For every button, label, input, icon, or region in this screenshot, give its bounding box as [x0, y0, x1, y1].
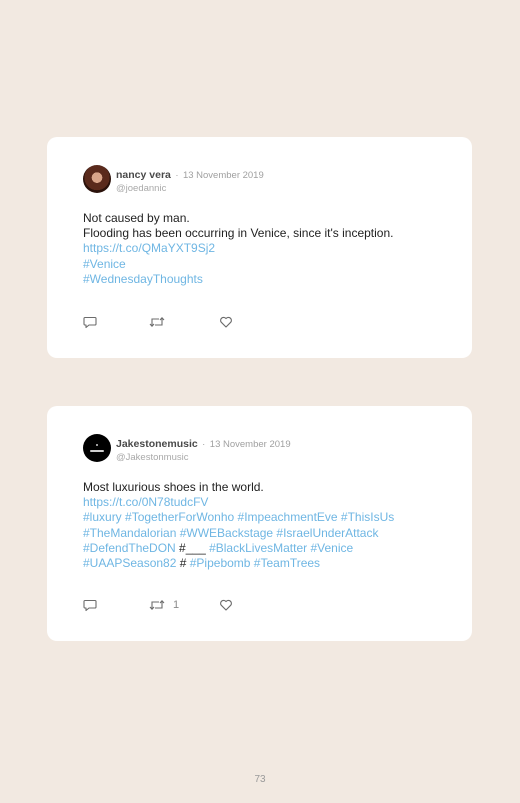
tweet-link[interactable]: #WednesdayThoughts: [83, 272, 203, 286]
tweet-line: Not caused by man.: [83, 211, 453, 226]
separator-dot: ·: [175, 170, 179, 181]
retweet-count: 1: [173, 599, 180, 611]
like-button[interactable]: [219, 597, 233, 613]
separator-dot: ·: [202, 439, 206, 450]
tweet-link[interactable]: #Pipebomb #TeamTrees: [186, 556, 320, 570]
reply-button[interactable]: [83, 597, 97, 613]
author-handle[interactable]: @Jakestonmusic: [116, 451, 291, 464]
like-icon: [220, 599, 232, 611]
tweet-link[interactable]: #DefendTheDON: [83, 541, 179, 555]
page-number: 73: [254, 774, 266, 785]
tweet-line: https://t.co/0N78tudcFV: [83, 495, 453, 510]
retweet-button[interactable]: [149, 314, 173, 330]
author-name[interactable]: Jakestonemusic: [116, 438, 198, 450]
reply-icon: [83, 599, 97, 612]
retweet-icon: [149, 316, 165, 328]
tweet-line: #TheMandalorian #WWEBackstage #IsraelUnd…: [83, 526, 453, 541]
tweet-link[interactable]: #luxury #TogetherForWonho #ImpeachmentEv…: [83, 510, 394, 524]
tweet-header: nancy vera · 13 November 2019 @joedannic: [116, 167, 264, 195]
tweet-line: Most luxurious shoes in the world.: [83, 480, 453, 495]
retweet-icon: [149, 599, 165, 611]
avatar[interactable]: [83, 434, 111, 462]
tweet-date: 13 November 2019: [209, 439, 291, 450]
tweet-link[interactable]: #TheMandalorian #WWEBackstage #IsraelUnd…: [83, 526, 378, 540]
tweet-link[interactable]: https://t.co/0N78tudcFV: [83, 495, 208, 509]
avatar[interactable]: [83, 165, 111, 193]
tweet-card: Jakestonemusic · 13 November 2019 @Jakes…: [47, 406, 472, 641]
tweet-text-segment: Flooding has been occurring in Venice, s…: [83, 226, 394, 241]
logo-mark: [96, 444, 98, 446]
reply-icon: [83, 316, 97, 329]
tweet-text-segment: Most luxurious shoes in the world.: [83, 480, 264, 494]
tweet-line: #luxury #TogetherForWonho #ImpeachmentEv…: [83, 510, 453, 525]
tweet-link[interactable]: #BlackLivesMatter #Venice: [206, 541, 353, 555]
tweet-date: 13 November 2019: [182, 170, 264, 181]
retweet-button[interactable]: 1: [149, 597, 179, 613]
tweet-line: #UAAPSeason82 # #Pipebomb #TeamTrees: [83, 556, 453, 571]
tweet-line: https://t.co/QMaYXT9Sj2: [83, 241, 453, 256]
tweet-line: Flooding has been occurring in Venice, s…: [83, 226, 453, 241]
logo-mark: [90, 450, 104, 452]
tweet-line: #DefendTheDON #___ #BlackLivesMatter #Ve…: [83, 541, 453, 556]
tweet-card: nancy vera · 13 November 2019 @joedannic…: [47, 137, 472, 358]
tweet-text-segment: Not caused by man.: [83, 211, 190, 225]
tweet-link[interactable]: #UAAPSeason82: [83, 556, 180, 570]
tweet-link[interactable]: https://t.co/QMaYXT9Sj2: [83, 241, 215, 255]
like-button[interactable]: [219, 314, 233, 330]
tweet-link[interactable]: #Venice: [83, 257, 126, 271]
reply-button[interactable]: [83, 314, 97, 330]
like-icon: [220, 316, 232, 328]
tweet-line: #Venice: [83, 257, 453, 272]
author-handle[interactable]: @joedannic: [116, 182, 264, 195]
tweet-text: Most luxurious shoes in the world. https:…: [83, 480, 453, 571]
tweet-line: #WednesdayThoughts: [83, 272, 453, 287]
tweet-header: Jakestonemusic · 13 November 2019 @Jakes…: [116, 436, 291, 464]
tweet-text-segment: #___: [179, 540, 206, 555]
author-name[interactable]: nancy vera: [116, 169, 171, 181]
tweet-text: Not caused by man. Flooding has been occu…: [83, 211, 453, 287]
